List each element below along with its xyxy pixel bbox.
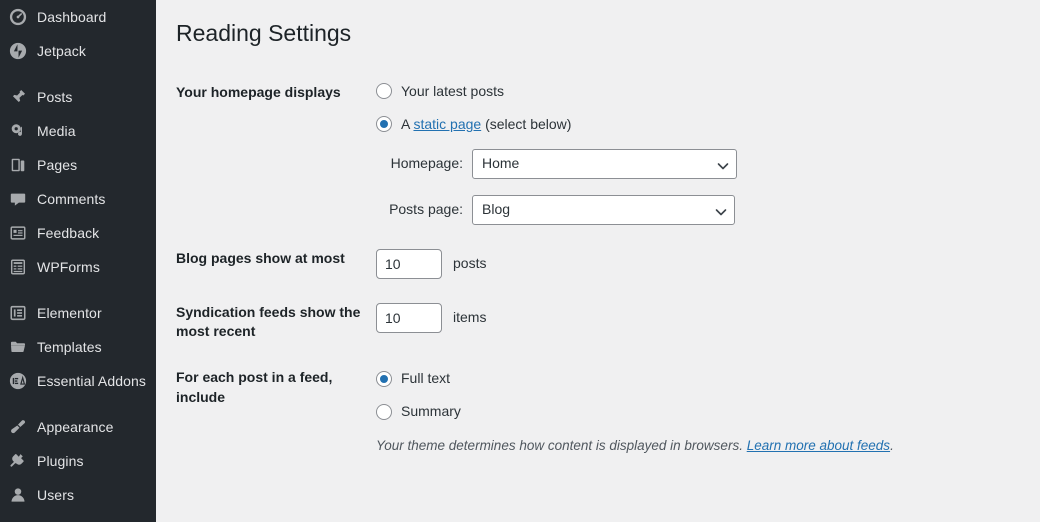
wp-admin-screen: Dashboard Jetpack Posts Media Pages Comments F…	[0, 0, 1040, 522]
feed-note-period: .	[890, 438, 894, 454]
syndication-unit: items	[453, 309, 487, 326]
static-page-text-before: A	[401, 115, 414, 132]
sidebar-item-appearance[interactable]: Appearance	[0, 410, 156, 444]
radio-row-full-text[interactable]: Full text	[376, 368, 1006, 389]
radio-label-summary: Summary	[401, 403, 461, 420]
chevron-down-icon	[715, 206, 727, 216]
feed-note: Your theme determines how content is dis…	[376, 436, 1006, 456]
pin-icon	[8, 87, 28, 107]
feed-note-text: Your theme determines how content is dis…	[376, 438, 747, 454]
sidebar-item-templates[interactable]: Templates	[0, 330, 156, 364]
static-page-text-after: (select below)	[481, 115, 572, 132]
label-syndication-feeds: Syndication feeds show the most recent	[176, 303, 361, 340]
label-feed-include: For each post in a feed, include	[176, 369, 333, 405]
homepage-select-value: Home	[482, 155, 520, 172]
sidebar-item-label: Elementor	[37, 305, 102, 321]
select-line-homepage: Homepage: Home	[376, 148, 1006, 179]
sidebar-item-essential-addons[interactable]: Essential Addons	[0, 364, 156, 398]
chevron-down-icon	[717, 160, 729, 170]
elementor-icon	[8, 303, 28, 323]
sidebar-item-label: Feedback	[37, 225, 100, 241]
sidebar-item-label: Pages	[37, 157, 78, 173]
cell-homepage-displays: Your latest posts A static page (select …	[376, 69, 1016, 237]
posts-page-select[interactable]: Blog	[472, 194, 735, 225]
sidebar-item-label: Appearance	[37, 419, 114, 435]
folder-icon	[8, 337, 28, 357]
static-page-selects: Homepage: Home Posts page: Blog	[376, 148, 1006, 225]
posts-page-select-value: Blog	[482, 201, 511, 218]
feedback-icon	[8, 223, 28, 243]
blog-pages-input[interactable]	[376, 248, 442, 279]
sidebar-item-plugins[interactable]: Plugins	[0, 444, 156, 478]
sidebar-item-wpforms[interactable]: WPForms	[0, 250, 156, 284]
syndication-input-group: items	[376, 302, 1006, 333]
page-title: Reading Settings	[176, 20, 352, 46]
blog-pages-input-group: posts	[376, 248, 1006, 279]
plug-icon	[8, 451, 28, 471]
cell-feed-include: Full text Summary Your theme determines …	[376, 356, 1016, 482]
homepage-select[interactable]: Home	[472, 148, 737, 179]
sidebar-item-jetpack[interactable]: Jetpack	[0, 34, 156, 68]
radio-static-page[interactable]	[376, 116, 392, 133]
radio-summary[interactable]	[376, 403, 392, 420]
radio-label-latest-posts: Your latest posts	[401, 82, 504, 99]
sidebar-item-label: Posts	[37, 89, 73, 105]
label-homepage-displays: Your homepage displays	[176, 83, 341, 100]
sidebar-item-users[interactable]: Users	[0, 478, 156, 512]
media-icon	[8, 121, 28, 141]
radio-label-full-text: Full text	[401, 370, 451, 387]
reading-settings-form: Your homepage displays Your latest posts…	[176, 69, 1016, 482]
blog-pages-unit: posts	[453, 255, 487, 272]
row-feed-include: For each post in a feed, include Full te…	[176, 356, 1016, 482]
cell-syndication-feeds: items	[376, 291, 1016, 356]
sidebar-item-label: Essential Addons	[37, 373, 147, 389]
static-page-link[interactable]: static page	[413, 116, 481, 132]
sidebar-item-dashboard[interactable]: Dashboard	[0, 0, 156, 34]
essential-addons-icon	[8, 371, 28, 391]
radio-row-latest-posts[interactable]: Your latest posts	[376, 81, 1006, 102]
sidebar-item-label: Comments	[37, 191, 106, 207]
sidebar-item-comments[interactable]: Comments	[0, 182, 156, 216]
jetpack-icon	[8, 41, 28, 61]
row-homepage-displays: Your homepage displays Your latest posts…	[176, 69, 1016, 237]
comments-icon	[8, 189, 28, 209]
users-icon	[8, 485, 28, 505]
pages-icon	[8, 155, 28, 175]
admin-sidebar: Dashboard Jetpack Posts Media Pages Comments F…	[0, 0, 156, 522]
learn-more-feeds-link[interactable]: Learn more about feeds	[747, 438, 890, 453]
row-syndication-feeds: Syndication feeds show the most recent i…	[176, 291, 1016, 356]
radio-label-static-page: A static page (select below)	[401, 114, 571, 135]
sidebar-item-label: Plugins	[37, 453, 84, 469]
sidebar-item-elementor[interactable]: Elementor	[0, 296, 156, 330]
dashboard-icon	[8, 7, 28, 27]
sidebar-separator	[0, 68, 156, 80]
radio-row-static-page[interactable]: A static page (select below)	[376, 114, 1006, 135]
sidebar-item-posts[interactable]: Posts	[0, 80, 156, 114]
sidebar-item-label: Dashboard	[37, 9, 107, 25]
label-posts-page-select: Posts page:	[389, 201, 463, 218]
syndication-input[interactable]	[376, 302, 442, 333]
cell-blog-pages: posts	[376, 237, 1016, 291]
sidebar-separator	[0, 398, 156, 410]
label-blog-pages: Blog pages show at most	[176, 249, 345, 266]
main-content: Reading Settings Your homepage displays …	[156, 0, 1040, 522]
label-homepage-select: Homepage:	[390, 155, 463, 172]
sidebar-item-pages[interactable]: Pages	[0, 148, 156, 182]
sidebar-item-label: Users	[37, 487, 75, 503]
brush-icon	[8, 417, 28, 437]
radio-latest-posts[interactable]	[376, 83, 392, 100]
sidebar-item-media[interactable]: Media	[0, 114, 156, 148]
sidebar-item-label: Media	[37, 123, 76, 139]
sidebar-item-feedback[interactable]: Feedback	[0, 216, 156, 250]
row-blog-pages: Blog pages show at most posts	[176, 237, 1016, 291]
sidebar-separator	[0, 284, 156, 296]
radio-row-summary[interactable]: Summary	[376, 401, 1006, 422]
sidebar-item-label: Jetpack	[37, 43, 86, 59]
sidebar-item-label: Templates	[37, 339, 102, 355]
sidebar-item-label: WPForms	[37, 259, 100, 275]
radio-full-text[interactable]	[376, 370, 392, 387]
select-line-posts-page: Posts page: Blog	[376, 194, 1006, 225]
wpforms-icon	[8, 257, 28, 277]
